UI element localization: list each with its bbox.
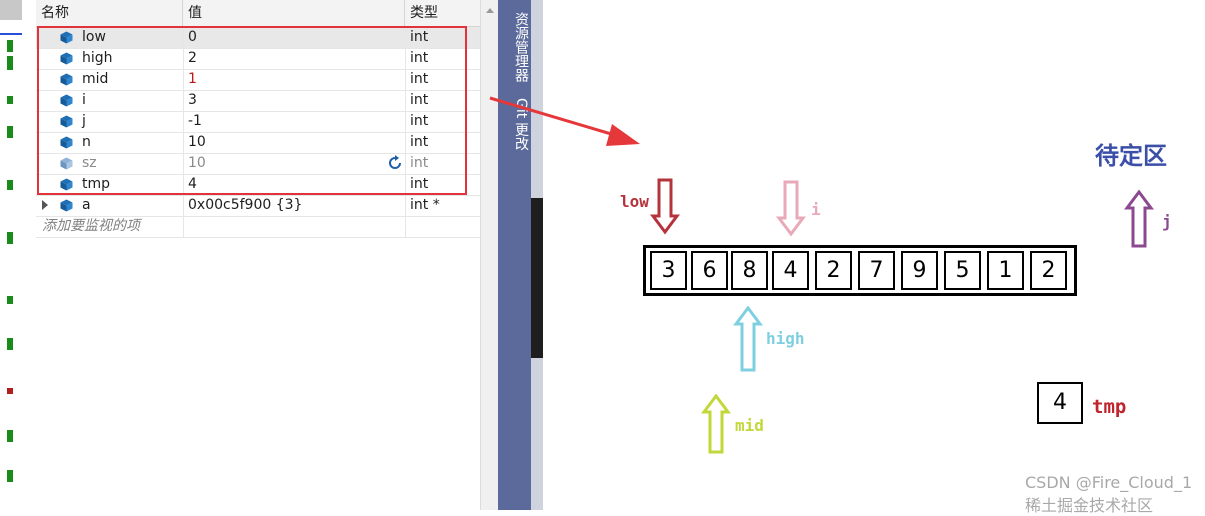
watch-row-mid[interactable]: mid 1 int xyxy=(36,69,480,91)
watch-name: sz xyxy=(82,155,97,171)
label-high: high xyxy=(766,329,805,348)
variable-icon xyxy=(60,199,73,212)
watch-name: high xyxy=(82,50,113,66)
watch-name: a xyxy=(82,197,91,213)
watch-type: int xyxy=(410,29,429,45)
label-low: low xyxy=(620,192,649,211)
variable-icon xyxy=(60,136,73,149)
watch-value[interactable]: 3 xyxy=(188,90,398,111)
watch-name: n xyxy=(82,134,91,150)
editor-gutter xyxy=(0,0,23,510)
array-cell: 4 xyxy=(772,251,809,290)
watch-type: int xyxy=(410,155,429,171)
watch-window: 名称 值 类型 low 0 int high 2 int mid 1 int i 3 int j -1 in… xyxy=(22,0,502,510)
watch-value[interactable]: 0 xyxy=(188,27,398,48)
label-mid: mid xyxy=(735,416,764,435)
tab-solution-explorer[interactable]: 资源管理器 xyxy=(498,2,531,92)
array-cell: 7 xyxy=(858,251,895,290)
watch-header: 名称 值 类型 xyxy=(36,0,502,27)
array-cell: 2 xyxy=(815,251,852,290)
array-strip: 3684279512 xyxy=(643,245,1077,296)
watch-row-n[interactable]: n 10 int xyxy=(36,132,480,154)
array-cell: 3 xyxy=(650,251,687,290)
variable-icon xyxy=(60,31,73,44)
tab-git-changes[interactable]: Git 更改 xyxy=(498,94,531,154)
array-cell: 5 xyxy=(944,251,981,290)
zone-title: 待定区 xyxy=(1095,142,1167,170)
variable-icon xyxy=(60,157,73,170)
array-cell: 8 xyxy=(731,251,768,290)
watch-type: int xyxy=(410,92,429,108)
watch-type: int * xyxy=(410,197,440,213)
watch-type: int xyxy=(410,71,429,87)
array-cell: 6 xyxy=(691,251,728,290)
variable-icon xyxy=(60,178,73,191)
refresh-icon[interactable] xyxy=(387,155,403,171)
watch-row-low[interactable]: low 0 int xyxy=(36,27,480,49)
watch-type: int xyxy=(410,50,429,66)
variable-icon xyxy=(60,52,73,65)
watch-value[interactable]: 2 xyxy=(188,48,398,69)
watch-row-high[interactable]: high 2 int xyxy=(36,48,480,70)
watch-type: int xyxy=(410,134,429,150)
diagram-canvas: 3684279512 4 low i j high mid tmp 待定区 CS… xyxy=(543,0,1205,515)
expand-arrow-icon[interactable] xyxy=(42,200,48,210)
watch-value[interactable]: 10 xyxy=(188,153,398,174)
watch-value[interactable]: 1 xyxy=(188,69,398,90)
watch-name: low xyxy=(82,29,106,45)
watch-value[interactable]: 10 xyxy=(188,132,398,153)
add-watch-hint[interactable]: 添加要监视的项 xyxy=(42,216,140,237)
watch-value[interactable]: 0x00c5f900 {3} xyxy=(188,195,398,216)
watch-name: tmp xyxy=(82,176,111,192)
watch-scrollbar[interactable] xyxy=(480,0,499,510)
scroll-up-arrow-icon[interactable] xyxy=(486,8,494,13)
watch-name: i xyxy=(82,92,86,108)
variable-icon xyxy=(60,115,73,128)
array-cell: 9 xyxy=(901,251,938,290)
watch-value[interactable]: -1 xyxy=(188,111,398,132)
watch-row-j[interactable]: j -1 int xyxy=(36,111,480,133)
add-watch-row[interactable]: 添加要监视的项 xyxy=(36,216,480,238)
column-header-name[interactable]: 名称 xyxy=(36,0,183,26)
watch-value[interactable]: 4 xyxy=(188,174,398,195)
array-cell: 1 xyxy=(987,251,1024,290)
watch-type: int xyxy=(410,113,429,129)
watch-row-i[interactable]: i 3 int xyxy=(36,90,480,112)
watch-name: mid xyxy=(82,71,109,87)
array-cell: 2 xyxy=(1030,251,1067,290)
watch-row-sz[interactable]: sz 10 int xyxy=(36,153,480,175)
label-tmp: tmp xyxy=(1092,396,1127,418)
side-tab-strip: 资源管理器 Git 更改 xyxy=(498,0,531,510)
watch-row-tmp[interactable]: tmp 4 int xyxy=(36,174,480,196)
watch-row-a[interactable]: a 0x00c5f900 {3} int * xyxy=(36,195,480,217)
watch-type: int xyxy=(410,176,429,192)
variable-icon xyxy=(60,94,73,107)
watch-name: j xyxy=(82,113,86,129)
column-header-value[interactable]: 值 xyxy=(183,0,405,26)
label-i: i xyxy=(811,200,821,219)
tmp-box: 4 xyxy=(1037,382,1083,424)
variable-icon xyxy=(60,73,73,86)
label-j: j xyxy=(1162,212,1172,231)
editor-edge xyxy=(531,0,543,510)
